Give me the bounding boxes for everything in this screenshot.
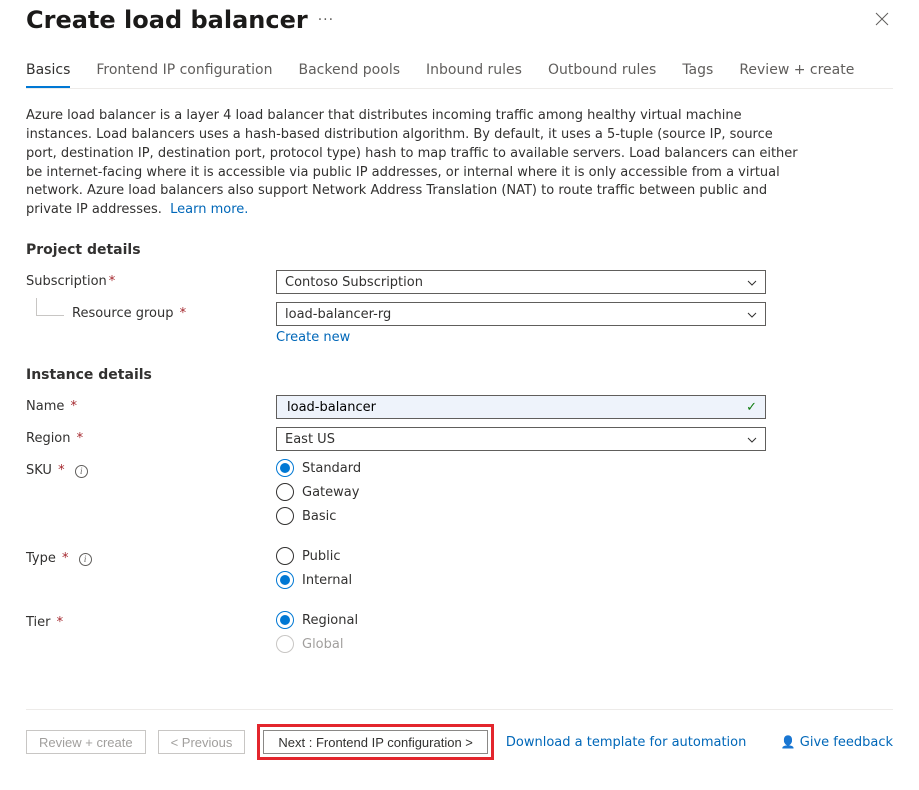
create-load-balancer-page: Create load balancer ··· Basics Frontend… [0, 0, 919, 790]
feedback-icon: 👤 [781, 735, 796, 749]
sku-label: SKU * i [26, 459, 276, 478]
tier-label: Tier * [26, 611, 276, 630]
project-details-heading: Project details [26, 242, 893, 258]
subscription-value: Contoso Subscription [285, 275, 423, 290]
learn-more-link[interactable]: Learn more. [170, 202, 248, 217]
close-icon[interactable] [871, 7, 893, 34]
tab-inbound-rules[interactable]: Inbound rules [426, 62, 522, 88]
subscription-select[interactable]: Contoso Subscription [276, 270, 766, 294]
tab-basics[interactable]: Basics [26, 62, 70, 88]
create-new-rg-link[interactable]: Create new [276, 330, 350, 345]
header: Create load balancer ··· [26, 6, 893, 34]
resource-group-label: Resource group * [26, 302, 276, 321]
sku-basic-radio[interactable]: Basic [276, 507, 766, 525]
tab-tags[interactable]: Tags [682, 62, 713, 88]
tab-bar: Basics Frontend IP configuration Backend… [26, 62, 893, 89]
region-value: East US [285, 432, 335, 447]
name-label: Name * [26, 395, 276, 414]
instance-details-heading: Instance details [26, 367, 893, 383]
sku-standard-radio[interactable]: Standard [276, 459, 766, 477]
resource-group-value: load-balancer-rg [285, 307, 391, 322]
intro-text: Azure load balancer is a layer 4 load ba… [26, 107, 806, 220]
next-button[interactable]: Next : Frontend IP configuration > [263, 730, 488, 754]
info-icon[interactable]: i [79, 553, 92, 566]
name-input[interactable] [285, 399, 746, 416]
chevron-down-icon [747, 433, 757, 446]
type-public-radio[interactable]: Public [276, 547, 766, 565]
tab-outbound-rules[interactable]: Outbound rules [548, 62, 656, 88]
subscription-label: Subscription* [26, 270, 276, 289]
give-feedback-link[interactable]: 👤 Give feedback [781, 735, 893, 750]
chevron-down-icon [747, 308, 757, 321]
chevron-down-icon [747, 276, 757, 289]
info-icon[interactable]: i [75, 465, 88, 478]
sku-radio-group: Standard Gateway Basic [276, 459, 766, 525]
download-template-link[interactable]: Download a template for automation [506, 735, 746, 750]
resource-group-select[interactable]: load-balancer-rg [276, 302, 766, 326]
check-icon: ✓ [746, 400, 757, 415]
previous-button[interactable]: < Previous [158, 730, 246, 754]
footer: Review + create < Previous Next : Fronte… [26, 709, 893, 760]
intro-body: Azure load balancer is a layer 4 load ba… [26, 108, 798, 217]
tier-radio-group: Regional Global [276, 611, 766, 653]
tab-backend-pools[interactable]: Backend pools [298, 62, 400, 88]
more-actions-icon[interactable]: ··· [318, 12, 334, 28]
page-title: Create load balancer [26, 6, 308, 34]
tier-global-radio: Global [276, 635, 766, 653]
name-input-wrap: ✓ [276, 395, 766, 419]
type-internal-radio[interactable]: Internal [276, 571, 766, 589]
tab-review-create[interactable]: Review + create [739, 62, 854, 88]
tab-frontend-ip[interactable]: Frontend IP configuration [96, 62, 272, 88]
tier-regional-radio[interactable]: Regional [276, 611, 766, 629]
next-button-highlight: Next : Frontend IP configuration > [257, 724, 494, 760]
review-create-button[interactable]: Review + create [26, 730, 146, 754]
type-label: Type * i [26, 547, 276, 566]
region-label: Region * [26, 427, 276, 446]
region-select[interactable]: East US [276, 427, 766, 451]
sku-gateway-radio[interactable]: Gateway [276, 483, 766, 501]
type-radio-group: Public Internal [276, 547, 766, 589]
